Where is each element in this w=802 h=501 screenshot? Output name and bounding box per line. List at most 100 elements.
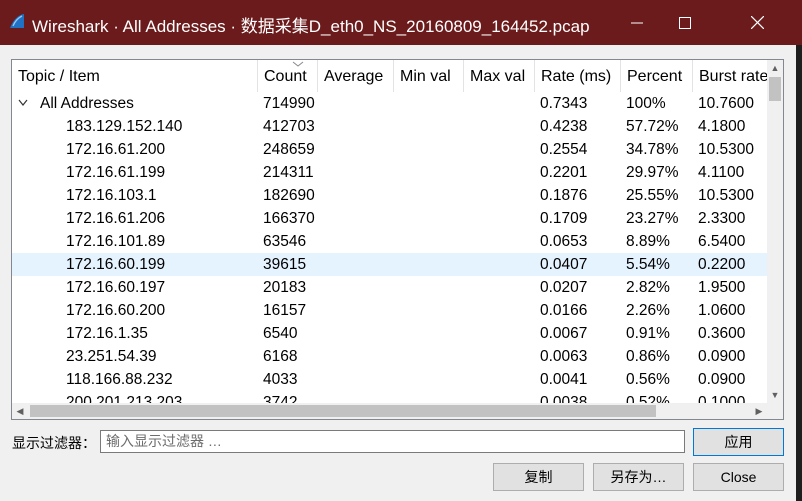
table-row[interactable]: 172.16.103.1 182690 0.1876 25.55% 10.5300 (12, 184, 767, 207)
cell-percent: 2.26% (626, 302, 670, 319)
close-icon (750, 16, 764, 29)
table-row[interactable]: 172.16.61.206 166370 0.1709 23.27% 2.3300 (12, 207, 767, 230)
cell-item: 172.16.61.206 (66, 210, 166, 227)
table-row[interactable]: 23.251.54.39 6168 0.0063 0.86% 0.0900 (12, 345, 767, 368)
table-row[interactable]: 118.166.88.232 4033 0.0041 0.56% 0.0900 (12, 368, 767, 391)
table-row[interactable]: 172.16.61.200 248659 0.2554 34.78% 10.5300 (12, 138, 767, 161)
tree-row-root[interactable]: All Addresses 714990 0.7343 100% 10.7600 (12, 92, 767, 115)
cell-rate: 0.0067 (540, 325, 588, 342)
minimize-button[interactable] (614, 0, 660, 45)
cell-item: 118.166.88.232 (66, 371, 173, 388)
cell-count: 214311 (263, 164, 314, 181)
vertical-scrollbar[interactable]: ▲ ▼ (767, 60, 783, 403)
display-filter-input[interactable]: 输入显示过滤器 … (100, 430, 685, 453)
cell-count: 714990 (263, 95, 315, 112)
sort-descending-icon (292, 61, 304, 67)
scroll-up-arrow-icon[interactable]: ▲ (767, 60, 783, 76)
table-row[interactable]: 172.16.61.199 214311 0.2201 29.97% 4.1100 (12, 161, 767, 184)
cell-percent: 23.27% (626, 210, 679, 227)
cell-item: 172.16.61.199 (66, 164, 166, 181)
cell-count: 39615 (263, 256, 307, 273)
column-header-max-val[interactable]: Max val (464, 60, 535, 92)
cell-burst-rate: 0.0900 (698, 371, 746, 388)
cell-rate: 0.0207 (540, 279, 588, 296)
cell-item: 172.16.1.35 (66, 325, 148, 342)
scroll-left-arrow-icon[interactable]: ◀ (12, 403, 28, 419)
table-row[interactable]: 172.16.60.200 16157 0.0166 2.26% 1.0600 (12, 299, 767, 322)
cell-item: 23.251.54.39 (66, 348, 157, 365)
cell-burst-rate: 4.1100 (698, 164, 745, 181)
cell-percent: 0.91% (626, 325, 670, 342)
cell-burst-rate: 0.3600 (698, 325, 746, 342)
cell-count: 166370 (263, 210, 315, 227)
cell-burst-rate: 6.5400 (698, 233, 746, 250)
cell-percent: 5.54% (626, 256, 670, 273)
cell-count: 63546 (263, 233, 307, 250)
cell-burst-rate: 0.0900 (698, 348, 746, 365)
minimize-icon (631, 22, 643, 23)
cell-count: 412703 (263, 118, 315, 135)
maximize-icon (679, 16, 691, 29)
horizontal-scrollbar[interactable]: ◀ ▶ (12, 403, 767, 419)
cell-burst-rate: 10.7600 (698, 95, 755, 112)
cell-burst-rate: 2.3300 (698, 210, 746, 227)
cell-burst-rate: 4.1800 (698, 118, 746, 135)
cell-count: 6540 (263, 325, 298, 342)
cell-rate: 0.0166 (540, 302, 588, 319)
column-header-min-val[interactable]: Min val (394, 60, 464, 92)
cell-item: 172.16.103.1 (66, 187, 157, 204)
cell-percent: 25.55% (626, 187, 679, 204)
cell-burst-rate: 1.0600 (698, 302, 746, 319)
cell-count: 6168 (263, 348, 298, 365)
cell-count: 4033 (263, 371, 298, 388)
column-header-percent[interactable]: Percent (621, 60, 693, 92)
column-header-rate[interactable]: Rate (ms) (535, 60, 621, 92)
statistics-tree-table[interactable]: Topic / Item Count Average Min val Max v… (11, 59, 784, 420)
close-button[interactable]: Close (693, 463, 784, 491)
cell-rate: 0.1709 (540, 210, 588, 227)
cell-rate: 0.7343 (540, 95, 588, 112)
scrollbar-corner (767, 403, 783, 419)
cell-burst-rate: 1.9500 (698, 279, 746, 296)
scroll-right-arrow-icon[interactable]: ▶ (751, 403, 767, 419)
column-header-count[interactable]: Count (258, 60, 318, 92)
table-row[interactable]: 172.16.60.199 39615 0.0407 5.54% 0.2200 (12, 253, 767, 276)
cell-rate: 0.0041 (540, 371, 588, 388)
table-row[interactable]: 183.129.152.140 412703 0.4238 57.72% 4.1800 (12, 115, 767, 138)
cell-rate: 0.4238 (540, 118, 588, 135)
cell-count: 16157 (263, 302, 307, 319)
cell-burst-rate: 0.2200 (698, 256, 746, 273)
cell-rate: 0.1876 (540, 187, 588, 204)
cell-percent: 8.89% (626, 233, 670, 250)
copy-button[interactable]: 复制 (493, 463, 584, 491)
cell-rate: 0.2554 (540, 141, 588, 158)
expand-chevron-icon[interactable] (18, 99, 28, 107)
cell-rate: 0.2201 (540, 164, 588, 181)
cell-percent: 0.86% (626, 348, 670, 365)
cell-burst-rate: 10.5300 (698, 187, 755, 204)
vertical-scroll-thumb[interactable] (769, 77, 781, 101)
maximize-button[interactable] (662, 0, 708, 45)
cell-item: 172.16.60.200 (66, 302, 166, 319)
title-bar[interactable]: Wireshark · All Addresses · 数据采集D_eth0_N… (0, 0, 802, 45)
table-header: Topic / Item Count Average Min val Max v… (12, 60, 783, 92)
cell-percent: 0.56% (626, 371, 670, 388)
cell-item: 172.16.101.89 (66, 233, 166, 250)
table-body: All Addresses 714990 0.7343 100% 10.7600 183.… (12, 92, 767, 404)
cell-percent: 57.72% (626, 118, 679, 135)
table-row[interactable]: 172.16.1.35 6540 0.0067 0.91% 0.3600 (12, 322, 767, 345)
table-row[interactable]: 172.16.60.197 20183 0.0207 2.82% 1.9500 (12, 276, 767, 299)
cell-count: 182690 (263, 187, 315, 204)
scroll-down-arrow-icon[interactable]: ▼ (767, 387, 783, 403)
cell-item: 172.16.61.200 (66, 141, 166, 158)
wireshark-fin-icon (10, 14, 24, 28)
cell-percent: 100% (626, 95, 666, 112)
window-title: Wireshark · All Addresses · 数据采集D_eth0_N… (32, 17, 590, 36)
table-row[interactable]: 172.16.101.89 63546 0.0653 8.89% 6.5400 (12, 230, 767, 253)
apply-button[interactable]: 应用 (693, 428, 784, 456)
column-header-topic[interactable]: Topic / Item (12, 60, 258, 92)
column-header-average[interactable]: Average (318, 60, 394, 92)
horizontal-scroll-thumb[interactable] (30, 405, 656, 417)
save-as-button[interactable]: 另存为… (593, 463, 684, 491)
close-window-button[interactable] (734, 0, 780, 45)
